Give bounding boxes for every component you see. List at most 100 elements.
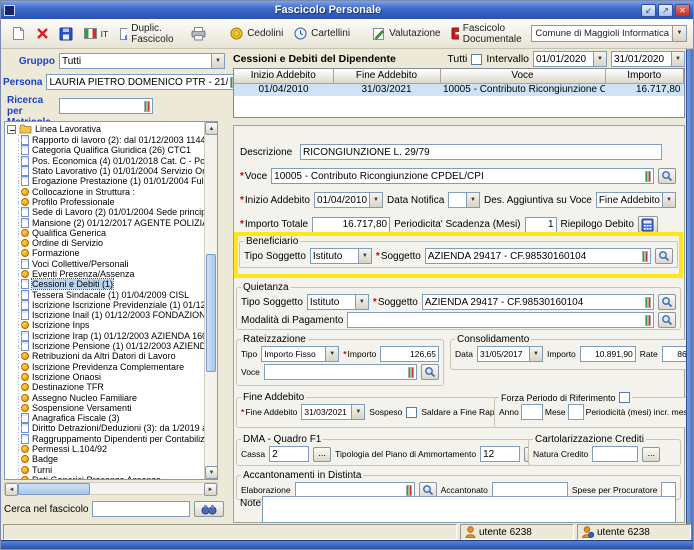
tree-root[interactable]: Linea Lavorativa xyxy=(7,123,204,135)
tree-item[interactable]: Iscrizione Previdenza Complementare xyxy=(21,362,204,372)
voce-search-button[interactable] xyxy=(658,168,676,184)
inizio-addebito-select[interactable]: 01/04/2010 xyxy=(314,192,383,208)
chevron-down-icon[interactable] xyxy=(351,404,365,420)
chevron-down-icon[interactable] xyxy=(593,51,607,67)
valutazione-button[interactable]: Valutazione xyxy=(367,24,446,44)
tree-item[interactable]: Iscrizione Pensione (1) 01/12/2003 AZIEN… xyxy=(21,341,204,351)
chevron-down-icon[interactable] xyxy=(671,51,685,67)
company-selector[interactable]: Comune di Maggioli Informatica xyxy=(531,25,687,42)
tree-item[interactable]: Eventi Presenza/Assenza xyxy=(21,269,204,279)
chevron-down-icon[interactable] xyxy=(662,192,676,208)
tree-item[interactable]: Iscrizione Inps xyxy=(21,320,204,330)
new-button[interactable] xyxy=(7,23,30,44)
date-to-select[interactable]: 31/01/2020 xyxy=(611,51,685,67)
scroll-right-icon[interactable] xyxy=(204,483,217,496)
tree-item[interactable]: Anagrafica Fiscale (3) xyxy=(21,413,204,423)
quietanza-soggetto-search-button[interactable] xyxy=(658,294,676,310)
tree-vertical-scrollbar[interactable] xyxy=(204,122,217,479)
tree-item[interactable]: Badge xyxy=(21,454,204,464)
matricola-field[interactable] xyxy=(59,98,153,114)
close-window-button[interactable] xyxy=(675,4,690,17)
duplica-fascicolo-button[interactable]: Duplic. Fascicolo xyxy=(113,20,183,48)
tree-item[interactable]: Iscrizione Irap (1) 01/12/2003 AZIENDA 1… xyxy=(21,331,204,341)
chevron-down-icon[interactable] xyxy=(672,26,686,41)
tree-item[interactable]: Assegno Nucleo Familiare xyxy=(21,392,204,402)
scroll-down-icon[interactable] xyxy=(205,466,218,479)
mese-input[interactable] xyxy=(568,404,584,420)
quietanza-tipo-select[interactable]: Istituto xyxy=(307,294,369,310)
chevron-down-icon[interactable] xyxy=(355,294,369,310)
fascicolo-documentale-button[interactable]: Fascicolo Documentale xyxy=(446,20,531,48)
sospeso-checkbox[interactable] xyxy=(406,407,417,418)
tree-item[interactable]: Tessera Sindacale (1) 01/04/2009 CISL xyxy=(21,289,204,299)
gruppo-select[interactable]: Tutti xyxy=(59,53,225,69)
tipo-soggetto-select[interactable]: Istituto xyxy=(310,248,372,264)
scrollbar-thumb[interactable] xyxy=(18,483,90,495)
note-textarea[interactable] xyxy=(262,496,676,523)
tree-item[interactable]: Iscrizione Inail (1) 01/12/2003 FONDAZIO… xyxy=(21,310,204,320)
tree-item[interactable]: Categoria Qualifica Giuridica (26) CTC1 xyxy=(21,145,204,155)
natura-credito-input[interactable] xyxy=(592,446,638,462)
tree-item[interactable]: Permessi L.104/92 xyxy=(21,444,204,454)
chevron-down-icon[interactable] xyxy=(529,346,543,362)
scrollbar-thumb[interactable] xyxy=(206,254,216,372)
chevron-down-icon[interactable] xyxy=(369,192,383,208)
descrizione-input[interactable]: RICONGIUNZIONE L. 29/79 xyxy=(300,144,662,160)
modalita-pagamento-search-button[interactable] xyxy=(658,312,676,328)
date-from-select[interactable]: 01/01/2020 xyxy=(533,51,607,67)
importo-totale-input[interactable]: 16.717,80 xyxy=(312,217,390,233)
tipologia-input[interactable]: 12 xyxy=(480,446,520,462)
tree-item[interactable]: Retribuzioni da Altri Datori di Lavoro xyxy=(21,351,204,361)
table-row[interactable]: 01/04/201031/03/202110005 - Contributo R… xyxy=(234,83,684,96)
data-notifica-select[interactable] xyxy=(448,192,480,208)
cassa-input[interactable]: 2 xyxy=(269,446,309,462)
cerca-fascicolo-button[interactable] xyxy=(194,501,224,517)
italian-language-button[interactable]: IT xyxy=(79,25,114,42)
natura-credito-lookup-button[interactable]: ... xyxy=(642,447,660,462)
forza-periodo-checkbox[interactable] xyxy=(619,392,630,403)
anno-input[interactable] xyxy=(521,404,543,420)
rateizzazione-voce-field[interactable] xyxy=(264,364,417,380)
des-aggiuntiva-select[interactable]: Fine Addebito xyxy=(596,192,676,208)
consolidamento-importo-input[interactable]: 10.891,90 xyxy=(580,346,636,362)
cerca-fascicolo-input[interactable] xyxy=(92,501,190,517)
tree-item[interactable]: Sospensione Versamenti xyxy=(21,403,204,413)
scroll-up-icon[interactable] xyxy=(205,122,218,135)
chevron-down-icon[interactable] xyxy=(358,248,372,264)
tree-item[interactable]: Mansione (2) 01/12/2017 AGENTE POLIZIA P xyxy=(21,217,204,227)
tree-item[interactable]: Raggruppamento Dipendenti per Contabiliz… xyxy=(21,434,204,444)
modalita-pagamento-field[interactable] xyxy=(347,312,654,328)
cartellini-button[interactable]: Cartellini xyxy=(289,24,355,43)
tree-item[interactable]: Profilo Professionale xyxy=(21,197,204,207)
rateizzazione-importo-input[interactable]: 126,65 xyxy=(380,346,439,362)
tree-item[interactable]: Dati Generici Presenze Assenze xyxy=(21,475,204,479)
tree-item[interactable]: Destinazione TFR xyxy=(21,382,204,392)
cassa-lookup-button[interactable]: ... xyxy=(313,447,331,462)
tree-item[interactable]: Ordine di Servizio xyxy=(21,238,204,248)
chevron-down-icon[interactable] xyxy=(325,346,339,362)
periodicita-scadenza-input[interactable]: 1 xyxy=(525,217,557,233)
tree-horizontal-scrollbar[interactable] xyxy=(4,482,218,495)
chevron-down-icon[interactable] xyxy=(211,53,225,69)
soggetto-field[interactable]: AZIENDA 29417 - CF.98530160104 xyxy=(425,248,651,264)
maximize-window-button[interactable] xyxy=(658,4,673,17)
tree-item[interactable]: Stato Lavorativo (1) 01/01/2004 Servizio… xyxy=(21,166,204,176)
tree-item[interactable]: Turni xyxy=(21,465,204,475)
tree-item[interactable]: Voci Collettive/Personali xyxy=(21,259,204,269)
tree-item[interactable]: Cessioni e Debiti (1) xyxy=(21,279,204,289)
persona-field[interactable]: LAURIA PIETRO DOMENICO PTR - 21/ xyxy=(46,74,239,90)
chevron-down-icon[interactable] xyxy=(466,192,480,208)
tree-item[interactable]: Qualifica Generica xyxy=(21,228,204,238)
tree-item[interactable]: Sede di Lavoro (2) 01/01/2004 Sede princ… xyxy=(21,207,204,217)
tree-item[interactable]: Diritto Detrazioni/Deduzioni (3): da 1/2… xyxy=(21,423,204,433)
rateizzazione-voce-search-button[interactable] xyxy=(421,364,439,380)
rateizzazione-tipo-select[interactable]: Importo Fisso xyxy=(261,346,339,362)
consolidamento-data-select[interactable]: 31/05/2017 xyxy=(477,346,543,362)
tree-item[interactable]: Pos. Economica (4) 01/01/2018 Cat. C - P… xyxy=(21,156,204,166)
scroll-left-icon[interactable] xyxy=(5,483,18,496)
print-button[interactable] xyxy=(185,23,212,44)
tree-item[interactable]: Erogazione Prestazione (1) 01/01/2004 Fu… xyxy=(21,176,204,186)
save-button[interactable] xyxy=(54,24,78,44)
soggetto-search-button[interactable] xyxy=(655,248,673,264)
tree-item[interactable]: Collocazione in Struttura : xyxy=(21,186,204,196)
